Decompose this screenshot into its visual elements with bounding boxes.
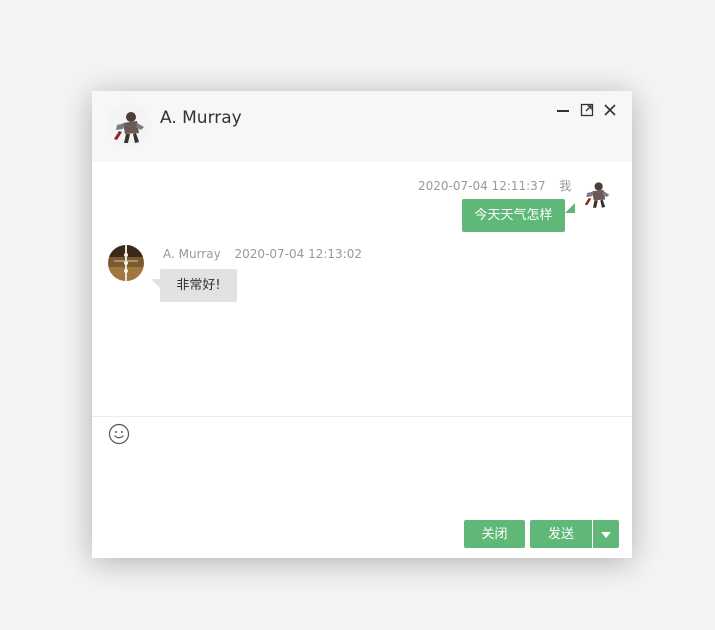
minimize-icon[interactable] (554, 101, 572, 119)
smiley-icon[interactable] (108, 423, 130, 445)
chat-window: A. Murray 2020-07-04 12:11:37 我 今天天气怎样 A… (92, 91, 632, 558)
message-input[interactable] (102, 451, 626, 515)
message-bubble-other[interactable]: 非常好! (151, 269, 237, 302)
chat-header: A. Murray (92, 91, 632, 162)
warrior-avatar-icon (579, 175, 615, 211)
message-timestamp: 2020-07-04 12:11:37 (418, 179, 546, 193)
message-sender: A. Murray (163, 247, 221, 261)
message-sender: 我 (559, 179, 572, 193)
contact-name: A. Murray (160, 108, 242, 128)
close-button[interactable]: 关闭 (464, 520, 525, 548)
my-avatar[interactable] (579, 175, 615, 211)
warrior-avatar-icon (107, 103, 151, 147)
message-list[interactable]: 2020-07-04 12:11:37 我 今天天气怎样 A. Murray 2… (92, 162, 632, 416)
close-icon[interactable] (601, 101, 619, 119)
divider (92, 416, 632, 417)
caret-down-icon (601, 531, 611, 538)
message-bubble-me[interactable]: 今天天气怎样 (462, 199, 565, 232)
message-timestamp: 2020-07-04 12:13:02 (234, 247, 362, 261)
send-button[interactable]: 发送 (530, 520, 592, 548)
message-meta-other: A. Murray 2020-07-04 12:13:02 (163, 247, 362, 261)
maximize-icon[interactable] (578, 101, 596, 119)
contact-avatar[interactable] (107, 103, 151, 147)
contact-message-avatar[interactable] (108, 245, 144, 281)
pendulum-avatar-icon (108, 245, 144, 281)
send-options-button[interactable] (593, 520, 619, 548)
message-meta-me: 2020-07-04 12:11:37 我 (418, 177, 571, 194)
